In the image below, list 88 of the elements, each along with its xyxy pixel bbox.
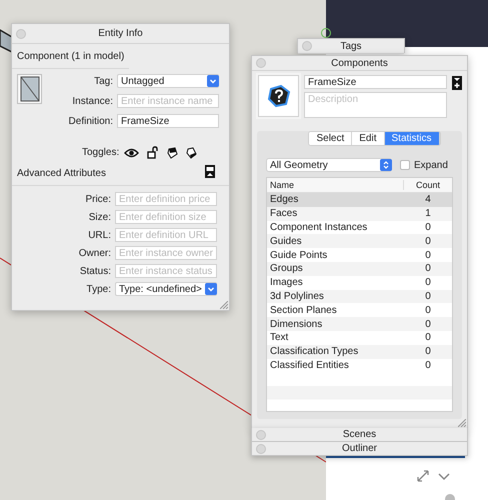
input-field[interactable]: Enter definition price [115,192,217,206]
table-cell-text: 4 [424,194,432,206]
table-cell-text: 0 [424,263,432,274]
table-row[interactable]: Section Planes 0 [267,303,452,318]
table-cell-text: Guide Points [269,250,328,261]
checkbox[interactable] [400,160,410,170]
resize-grip-icon[interactable] [220,301,228,309]
input-field[interactable]: FrameSize [117,114,219,128]
field-label: Definition: [68,116,113,126]
description-field[interactable]: Description [304,92,447,118]
column-header[interactable]: Count [403,180,452,190]
table-cell-text: Section Planes [269,304,338,316]
table-row[interactable]: Text 0 [267,330,452,345]
tab[interactable]: Statistics [384,132,440,145]
table-row[interactable]: Images 0 [267,276,452,290]
table-row[interactable]: Classification Types 0 [267,344,452,359]
chevron-down-icon[interactable] [438,473,450,481]
input-field[interactable]: Enter definition URL [115,228,217,242]
dropdown[interactable]: Untagged [117,74,219,88]
panel-title: Components [331,58,388,68]
caret-icon [205,283,217,295]
field-label: URL: [88,230,111,240]
table-row[interactable]: Edges 4 [267,193,452,207]
table-cell-text: 0 [424,318,432,330]
table-cell-text: 1 [424,208,432,220]
field-label: Size: [88,212,111,222]
shadow-receive-icon[interactable] [186,146,198,158]
section-title: Advanced Attributes [17,168,106,178]
collapse-toggle-icon[interactable] [205,165,215,178]
panel-title: Tags [340,40,362,52]
expand-icon[interactable] [417,470,429,482]
input-field[interactable]: Enter instance owner [115,246,217,260]
input-field[interactable]: FrameSize [304,75,447,89]
input-field[interactable]: Enter instance name [117,94,219,108]
table-row[interactable]: Faces 1 [267,206,452,221]
dropdown[interactable]: Type: <undefined> [115,282,217,296]
table-cell-text: 0 [424,332,432,344]
table-cell-text: Classified Entities [269,360,350,371]
caret-icon [207,75,219,87]
table-cell-text: Dimensions [269,318,324,330]
input-field[interactable]: Enter definition size [115,210,217,224]
column-header[interactable]: Name [267,180,403,190]
eye-icon[interactable] [124,148,140,158]
resize-grip-icon[interactable] [458,419,466,427]
table-row[interactable]: Component Instances 0 [267,220,452,234]
field-label: Toggles: [82,147,120,158]
table-cell-text: Classification Types [269,346,360,358]
table-cell-text: Images [269,277,304,288]
field-label: Owner: [78,248,111,258]
table-cell-text: 0 [424,277,432,288]
table-cell-text: 0 [424,236,432,247]
table-cell-text: Text [269,332,290,344]
table-cell-text: 3d Polylines [269,290,325,302]
table-row[interactable]: Guides 0 [267,234,452,248]
tab[interactable]: Select [309,132,352,145]
table-cell-text: Edges [269,194,300,206]
field-label: Tag: [94,76,113,86]
field-label: Instance: [72,96,113,106]
table-cell-text: 0 [424,360,432,371]
table-row[interactable]: Groups 0 [267,262,452,276]
field-label: Price: [85,194,111,204]
table-row[interactable]: Classified Entities 0 [267,358,452,372]
details-menu-icon[interactable] [452,76,462,90]
lock-icon[interactable] [147,146,160,159]
field-label: Status: [80,266,111,276]
dropdown[interactable]: All Geometry [266,158,392,172]
checkbox-label: Expand [414,160,448,170]
table-row[interactable]: Dimensions 0 [267,317,452,331]
shadow-cast-icon[interactable] [167,146,178,158]
section-title: Component (1 in model) [12,44,130,69]
table-cell-text: Groups [269,263,304,274]
caret-icon [380,159,392,171]
table-cell-text: Faces [269,208,298,220]
panel-title: Scenes [342,429,376,440]
table-cell-text: 0 [424,304,432,316]
table-cell-text: Guides [269,236,303,247]
table-cell-text: 0 [424,222,432,233]
table-cell-text: 0 [424,250,432,261]
table-cell-text: Component Instances [269,222,368,233]
table-row[interactable]: 3d Polylines 0 [267,290,452,304]
table-cell-text: 0 [424,290,432,302]
table-row[interactable]: Guide Points 0 [267,248,452,262]
question-cube-icon [266,84,290,108]
field-label: Type: [86,284,111,294]
panel-title: Entity Info [98,28,143,39]
table-cell-text: 0 [424,346,432,358]
input-field[interactable]: Enter instance status [115,264,217,278]
panel-title: Outliner [342,443,377,454]
